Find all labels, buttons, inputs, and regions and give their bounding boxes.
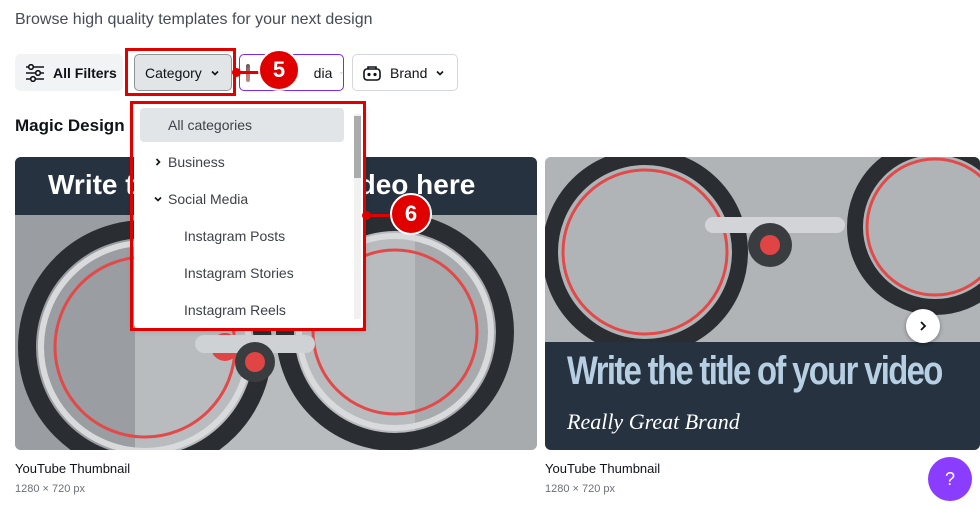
brand-filter-label: Brand <box>390 64 428 81</box>
banner-text: Write the title of your video <box>567 349 943 393</box>
brand-kit-icon <box>363 65 381 81</box>
template-title: YouTube Thumbnail <box>545 461 661 476</box>
annotation-connector <box>366 214 392 217</box>
template-title: YouTube Thumbnail <box>15 461 131 476</box>
chevron-down-icon <box>436 70 444 76</box>
annotation-connector <box>236 71 260 74</box>
template-size: 1280 × 720 px <box>545 483 616 495</box>
page-subtitle: Browse high quality templates for your n… <box>15 11 373 28</box>
annotation-box-6 <box>130 101 366 331</box>
annotation-badge-6: 6 <box>390 193 432 235</box>
annotation-badge-5: 5 <box>258 49 300 91</box>
help-button[interactable]: ? <box>928 457 972 501</box>
template-card[interactable]: Write the title of your video Really Gre… <box>545 157 980 450</box>
all-filters-label: All Filters <box>53 64 117 81</box>
section-title: Magic Design <box>15 116 125 135</box>
template-size: 1280 × 720 px <box>15 483 86 495</box>
brand-filter-button[interactable]: Brand <box>352 54 458 91</box>
carousel-next-button[interactable] <box>906 309 940 343</box>
annotation-box-5 <box>125 48 236 96</box>
template-thumbnail <box>545 157 980 450</box>
chevron-right-icon <box>920 321 927 331</box>
media-filter-label: Media <box>294 64 333 81</box>
sliders-icon <box>26 63 44 82</box>
chevron-down-icon <box>340 71 343 74</box>
brand-text: Really Great Brand <box>567 409 740 434</box>
all-filters-button[interactable]: All Filters <box>15 54 123 91</box>
